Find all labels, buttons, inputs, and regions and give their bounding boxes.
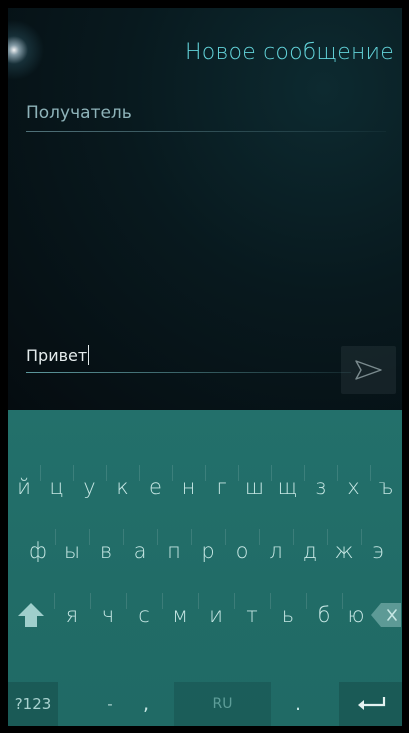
enter-key[interactable] <box>339 682 402 726</box>
key-16[interactable]: а <box>123 523 157 578</box>
key-3[interactable]: у <box>73 459 106 514</box>
keyboard-row-3: я ч с м и т ь б ю <box>8 587 402 642</box>
key-13[interactable]: ф <box>21 523 55 578</box>
key-1[interactable]: й <box>8 459 40 514</box>
keyboard-function-row: ?123 - , RU . <box>8 682 402 726</box>
key-24[interactable]: я <box>54 587 90 642</box>
symbols-key[interactable]: ?123 <box>8 682 58 726</box>
shift-key[interactable] <box>8 587 54 642</box>
text-cursor <box>88 345 90 365</box>
key-32[interactable]: ю <box>342 587 370 642</box>
virtual-keyboard: й ц у к е н г ш щ з х ъ ф ы в а п р о л … <box>8 410 402 726</box>
keyboard-row-1: й ц у к е н г ш щ з х ъ <box>8 459 402 514</box>
send-arrow-icon <box>355 360 382 380</box>
recipient-field[interactable]: Получатель <box>26 103 132 123</box>
phone-screen: Новое сообщение Получатель Привет й ц у … <box>8 8 402 726</box>
recipient-underline <box>26 131 386 132</box>
key-28[interactable]: и <box>198 587 234 642</box>
key-27[interactable]: м <box>162 587 198 642</box>
key-29[interactable]: т <box>234 587 270 642</box>
key-21[interactable]: д <box>293 523 327 578</box>
backspace-icon <box>371 602 401 627</box>
key-2[interactable]: ц <box>40 459 73 514</box>
key-20[interactable]: л <box>259 523 293 578</box>
key-12[interactable]: ъ <box>370 459 402 514</box>
enter-return-icon <box>357 697 385 710</box>
key-22[interactable]: ж <box>327 523 361 578</box>
page-title: Новое сообщение <box>185 40 394 65</box>
dash-key[interactable]: - <box>98 682 122 726</box>
key-17[interactable]: п <box>157 523 191 578</box>
key-4[interactable]: к <box>106 459 139 514</box>
message-text: Привет <box>26 346 88 365</box>
keyboard-row-2: ф ы в а п р о л д ж э <box>8 523 402 578</box>
key-10[interactable]: з <box>304 459 337 514</box>
comma-key[interactable]: , <box>134 682 158 726</box>
message-underline <box>26 372 351 373</box>
period-key[interactable]: . <box>286 682 310 726</box>
key-23[interactable]: э <box>361 523 395 578</box>
key-30[interactable]: ь <box>270 587 306 642</box>
key-6[interactable]: н <box>172 459 205 514</box>
key-14[interactable]: ы <box>55 523 89 578</box>
key-5[interactable]: е <box>139 459 172 514</box>
shift-arrow-icon <box>18 602 44 627</box>
key-19[interactable]: о <box>225 523 259 578</box>
language-spacebar-key[interactable]: RU <box>174 682 271 726</box>
key-18[interactable]: р <box>191 523 225 578</box>
key-31[interactable]: б <box>306 587 342 642</box>
backspace-key[interactable] <box>370 587 402 642</box>
compose-area: Новое сообщение Получатель Привет <box>8 8 402 410</box>
key-15[interactable]: в <box>89 523 123 578</box>
key-9[interactable]: щ <box>271 459 304 514</box>
key-7[interactable]: г <box>205 459 238 514</box>
key-26[interactable]: с <box>126 587 162 642</box>
key-25[interactable]: ч <box>90 587 126 642</box>
message-input[interactable]: Привет <box>26 345 90 365</box>
key-8[interactable]: ш <box>238 459 271 514</box>
send-button[interactable] <box>341 346 396 394</box>
key-11[interactable]: х <box>337 459 370 514</box>
